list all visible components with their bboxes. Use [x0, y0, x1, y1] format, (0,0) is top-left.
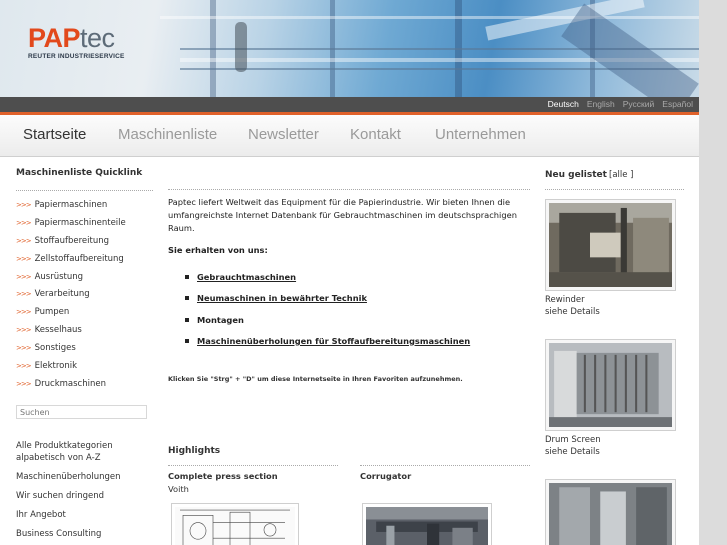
sidebar-link-categories[interactable]: Alle Produktkategorien alpabetisch von A… [16, 440, 161, 464]
highlight-title[interactable]: Corrugator [360, 471, 411, 481]
nav-unternehmen[interactable]: Unternehmen [435, 126, 526, 143]
brand-logo[interactable]: PAPtec REUTER INDUSTRIESERVICE [28, 24, 125, 60]
divider [168, 465, 338, 466]
arrow-icon: >>> [16, 308, 32, 317]
link-gebrauchtmaschinen[interactable]: Gebrauchtmaschinen [197, 272, 296, 282]
arrow-icon: >>> [16, 218, 32, 227]
quicklink-item[interactable]: >>> Stoffaufbereitung [16, 235, 156, 253]
arrow-icon: >>> [16, 326, 32, 335]
logo-text-tec: tec [80, 23, 115, 53]
page-background [699, 0, 727, 545]
quicklink-item[interactable]: >>> Druckmaschinen [16, 378, 156, 396]
highlight-subtitle: Voith [168, 484, 189, 494]
arrow-icon: >>> [16, 362, 32, 371]
bullet-icon [185, 317, 189, 322]
lang-espanol[interactable]: Español [662, 99, 693, 109]
link-neumaschinen[interactable]: Neumaschinen in bewährter Technik [197, 293, 367, 303]
quicklink-item[interactable]: >>> Elektronik [16, 360, 156, 378]
nav-startseite[interactable]: Startseite [23, 126, 86, 143]
machine-photo-image [549, 203, 672, 287]
intro-text: Paptec liefert Weltweit das Equipment fü… [168, 197, 517, 233]
sidebar-links: Alle Produktkategorien alpabetisch von A… [16, 440, 161, 540]
nav-maschinenliste[interactable]: Maschinenliste [118, 126, 217, 143]
link-maschinenueberholungen[interactable]: Maschinenüberholungen für Stoffaufbereit… [197, 336, 470, 346]
highlight-title[interactable]: Complete press section [168, 471, 278, 481]
offer-list: Gebrauchtmaschinen Neumaschinen in bewäh… [168, 272, 528, 357]
offer-item: Montagen [168, 315, 528, 336]
new-listed-details-link[interactable]: siehe Details [545, 446, 600, 458]
lang-russian[interactable]: Русский [623, 99, 655, 109]
quicklink-title: Maschinenliste Quicklink [16, 168, 143, 178]
quicklink-item[interactable]: >>> Pumpen [16, 306, 156, 324]
new-listed-name[interactable]: Drum Screen [545, 434, 601, 446]
new-listed-title: Neu gelistet [545, 170, 607, 180]
quicklink-item[interactable]: >>> Kesselhaus [16, 324, 156, 342]
bullet-icon [185, 275, 189, 279]
technical-drawing-image [175, 507, 295, 545]
lang-english[interactable]: English [587, 99, 615, 109]
arrow-icon: >>> [16, 290, 32, 299]
highlight-image-corrugator[interactable] [362, 503, 492, 545]
quicklink-item[interactable]: >>> Ausrüstung [16, 271, 156, 289]
bullet-icon [185, 296, 189, 301]
quicklink-item[interactable]: >>> Sonstiges [16, 342, 156, 360]
new-listed-image-rewinder[interactable] [545, 199, 676, 291]
new-listed-all-link[interactable]: [alle ] [609, 170, 634, 180]
language-bar: Deutsch English Русский Español [0, 97, 699, 112]
arrow-icon: >>> [16, 344, 32, 353]
offer-item: Gebrauchtmaschinen [168, 272, 528, 293]
search-input[interactable] [16, 405, 147, 419]
offer-item: Maschinenüberholungen für Stoffaufbereit… [168, 336, 528, 357]
header-banner: PAPtec REUTER INDUSTRIESERVICE [0, 0, 699, 97]
divider [545, 189, 684, 190]
sidebar-link-offer[interactable]: Ihr Angebot [16, 509, 161, 521]
divider [360, 465, 530, 466]
bullet-icon [185, 338, 189, 343]
new-listed-name[interactable]: Rewinder [545, 294, 585, 306]
machine-photo-image [549, 343, 672, 427]
arrow-icon: >>> [16, 272, 32, 281]
arrow-icon: >>> [16, 236, 32, 245]
sidebar-link-wanted[interactable]: Wir suchen dringend [16, 490, 161, 502]
new-listed-image-3[interactable] [545, 479, 676, 545]
quicklink-item[interactable]: >>> Verarbeitung [16, 288, 156, 306]
arrow-icon: >>> [16, 379, 32, 388]
sidebar-link-consulting[interactable]: Business Consulting [16, 528, 161, 540]
arrow-icon: >>> [16, 254, 32, 263]
quicklink-sidebar: Maschinenliste Quicklink >>> Papiermaschi… [16, 168, 156, 396]
highlights-title: Highlights [168, 446, 221, 456]
factory-photo-image [366, 507, 488, 545]
machine-photo-image [549, 483, 672, 545]
offer-heading: Sie erhalten von uns: [168, 245, 268, 255]
nav-kontakt[interactable]: Kontakt [350, 126, 401, 143]
logo-text-pap: PAP [28, 23, 81, 53]
logo-subtitle: REUTER INDUSTRIESERVICE [28, 53, 125, 60]
new-listed-details-link[interactable]: siehe Details [545, 306, 600, 318]
text-montagen: Montagen [197, 314, 244, 325]
main-content: Paptec liefert Weltweit das Equipment fü… [168, 196, 528, 357]
lang-deutsch[interactable]: Deutsch [548, 99, 579, 109]
new-listed-image-drum-screen[interactable] [545, 339, 676, 431]
arrow-icon: >>> [16, 201, 32, 209]
bookmark-tip: Klicken Sie "Strg" + "D" um diese Intern… [168, 375, 463, 383]
divider [168, 189, 530, 190]
quicklink-item[interactable]: >>> Papiermaschinenteile [16, 217, 156, 235]
highlight-image-press-section[interactable] [171, 503, 299, 545]
quicklink-item[interactable]: >>> Papiermaschinen [16, 199, 156, 217]
sidebar-link-overhauls[interactable]: Maschinenüberholungen [16, 471, 161, 483]
offer-item: Neumaschinen in bewährter Technik [168, 293, 528, 314]
quicklink-item[interactable]: >>> Zellstoffaufbereitung [16, 253, 156, 271]
page: PAPtec REUTER INDUSTRIESERVICE Deutsch En… [0, 0, 699, 545]
nav-newsletter[interactable]: Newsletter [248, 126, 319, 143]
divider [16, 190, 153, 191]
main-navigation: Startseite Maschinenliste Newsletter Kon… [0, 115, 699, 157]
